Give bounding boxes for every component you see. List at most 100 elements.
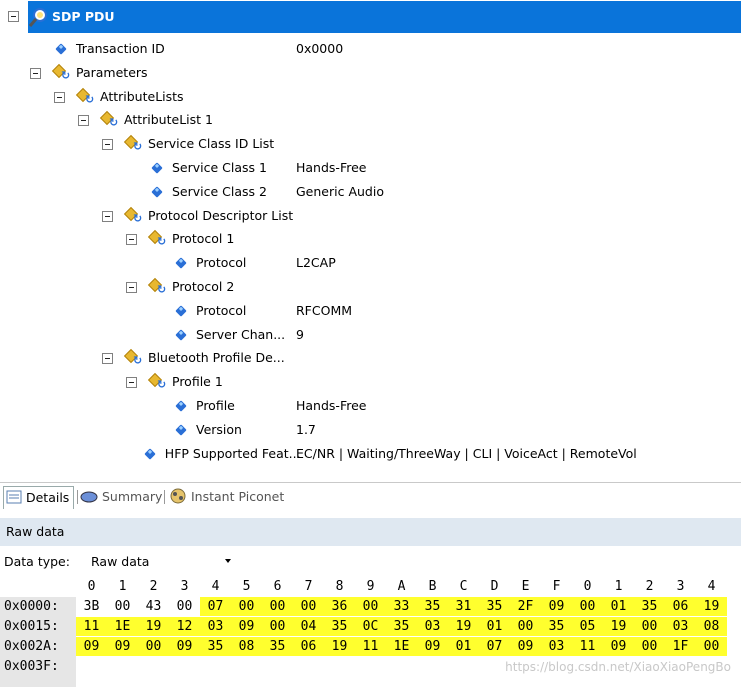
hex-byte[interactable]: 35 — [386, 617, 417, 636]
hex-byte[interactable]: 00 — [634, 617, 665, 636]
hex-byte[interactable]: 35 — [200, 637, 231, 656]
hex-byte[interactable]: 1F — [665, 637, 696, 656]
tree-row[interactable]: Service Class 2 Generic Audio — [0, 181, 741, 203]
tree-row[interactable]: ↻ Protocol Descriptor List — [0, 205, 741, 227]
tree-row[interactable]: Service Class 1 Hands-Free — [0, 157, 741, 179]
collapse-toggle[interactable] — [126, 282, 137, 293]
hex-byte[interactable]: 00 — [355, 597, 386, 616]
tree-row[interactable]: Version 1.7 — [0, 419, 741, 441]
hex-byte[interactable]: 35 — [634, 597, 665, 616]
hex-byte[interactable]: 19 — [448, 617, 479, 636]
tree-row[interactable]: ↻ AttributeList 1 — [0, 109, 741, 131]
tree-row[interactable]: ↻ Protocol 2 — [0, 276, 741, 298]
hex-byte[interactable]: 3B — [76, 597, 107, 616]
hex-byte[interactable]: 00 — [510, 617, 541, 636]
tab-instant-piconet[interactable]: Instant Piconet — [169, 486, 284, 508]
hex-byte[interactable]: 19 — [138, 617, 169, 636]
hex-byte[interactable]: 19 — [603, 617, 634, 636]
hex-byte[interactable]: 19 — [324, 637, 355, 656]
hex-byte[interactable]: 35 — [324, 617, 355, 636]
hex-byte[interactable]: 1E — [386, 637, 417, 656]
hex-byte[interactable]: 00 — [262, 617, 293, 636]
hex-column-label: 2 — [149, 579, 158, 594]
tab-details[interactable]: Details — [3, 486, 75, 509]
hex-byte[interactable]: 08 — [696, 617, 727, 636]
tab-summary[interactable]: Summary — [80, 486, 162, 508]
hex-byte[interactable]: 05 — [572, 617, 603, 636]
tree-row[interactable]: ↻ Parameters — [0, 62, 741, 84]
hex-byte[interactable]: 01 — [603, 597, 634, 616]
hex-byte[interactable]: 00 — [231, 597, 262, 616]
collapse-toggle[interactable] — [126, 234, 137, 246]
collapse-toggle[interactable] — [78, 115, 89, 127]
hex-byte[interactable]: 35 — [262, 637, 293, 656]
tree-row[interactable]: ↻ Service Class ID List — [0, 133, 741, 155]
tree-row[interactable]: ↻ Profile 1 — [0, 371, 741, 393]
hex-byte[interactable]: 33 — [386, 597, 417, 616]
hex-byte[interactable]: 35 — [541, 617, 572, 636]
hex-byte[interactable]: 09 — [603, 637, 634, 656]
hex-byte[interactable]: 43 — [138, 597, 169, 616]
collapse-toggle[interactable] — [30, 67, 41, 79]
hex-byte[interactable]: 03 — [665, 617, 696, 636]
hex-byte[interactable]: 12 — [169, 617, 200, 636]
hex-byte[interactable]: 07 — [200, 597, 231, 616]
collapse-toggle[interactable] — [102, 353, 113, 365]
hex-byte[interactable]: 11 — [355, 637, 386, 656]
hex-byte[interactable]: 09 — [169, 637, 200, 656]
hex-byte[interactable]: 00 — [572, 597, 603, 616]
hex-byte[interactable]: 31 — [448, 597, 479, 616]
collapse-toggle[interactable] — [102, 139, 113, 151]
hex-byte[interactable]: 35 — [417, 597, 448, 616]
hex-byte[interactable]: 00 — [107, 597, 138, 616]
collapse-toggle[interactable] — [8, 11, 19, 22]
hex-byte[interactable]: 09 — [417, 637, 448, 656]
collapse-toggle[interactable] — [102, 210, 113, 222]
hex-byte[interactable]: 00 — [293, 597, 324, 616]
hex-byte[interactable]: 11 — [572, 637, 603, 656]
tree-row[interactable]: ↻ Protocol 1 — [0, 228, 741, 250]
hex-byte[interactable]: 36 — [324, 597, 355, 616]
hex-byte[interactable]: 06 — [665, 597, 696, 616]
hex-byte[interactable]: 11 — [76, 617, 107, 636]
tree-header[interactable]: SDP PDU — [0, 0, 741, 34]
hex-byte[interactable]: 00 — [262, 597, 293, 616]
hex-byte[interactable]: 0C — [355, 617, 386, 636]
data-type-select[interactable]: Raw data — [85, 550, 235, 573]
tree-row[interactable]: ↻ AttributeLists — [0, 86, 741, 108]
hex-byte[interactable]: 09 — [107, 637, 138, 656]
tree-row[interactable]: Protocol RFCOMM — [0, 300, 741, 322]
tree-row[interactable]: ↻ Bluetooth Profile De... — [0, 347, 741, 369]
hex-byte[interactable]: 09 — [510, 637, 541, 656]
hex-byte[interactable]: 19 — [696, 597, 727, 616]
hex-byte[interactable]: 06 — [293, 637, 324, 656]
tree-row[interactable]: Protocol L2CAP — [0, 252, 741, 274]
hex-byte[interactable]: 00 — [138, 637, 169, 656]
tree-row[interactable]: HFP Supported Feat... EC/NR | Waiting/Thr… — [0, 443, 741, 465]
hex-byte[interactable]: 07 — [479, 637, 510, 656]
hex-byte[interactable]: 09 — [76, 637, 107, 656]
group-icon: ↻ — [75, 87, 96, 105]
hex-byte[interactable]: 03 — [541, 637, 572, 656]
hex-byte[interactable]: 00 — [634, 637, 665, 656]
hex-byte[interactable]: 08 — [231, 637, 262, 656]
hex-byte[interactable]: 00 — [169, 597, 200, 616]
hex-byte[interactable]: 35 — [479, 597, 510, 616]
collapse-toggle[interactable] — [126, 377, 137, 389]
hex-byte[interactable]: 03 — [200, 617, 231, 636]
hex-byte[interactable]: 09 — [231, 617, 262, 636]
hex-byte[interactable]: 01 — [479, 617, 510, 636]
hex-byte[interactable]: 04 — [293, 617, 324, 636]
hex-byte[interactable]: 03 — [417, 617, 448, 636]
tree-row-value: RFCOMM — [296, 302, 353, 318]
tree-row[interactable]: Profile Hands-Free — [0, 395, 741, 417]
tree-row[interactable]: Transaction ID 0x0000 — [0, 38, 741, 60]
hex-byte[interactable]: 00 — [696, 637, 727, 656]
hex-byte[interactable]: 1E — [107, 617, 138, 636]
field-icon — [151, 186, 163, 198]
hex-byte[interactable]: 09 — [541, 597, 572, 616]
hex-byte[interactable]: 2F — [510, 597, 541, 616]
hex-byte[interactable]: 01 — [448, 637, 479, 656]
collapse-toggle[interactable] — [54, 91, 65, 103]
tree-row[interactable]: Server Chan... 9 — [0, 324, 741, 346]
